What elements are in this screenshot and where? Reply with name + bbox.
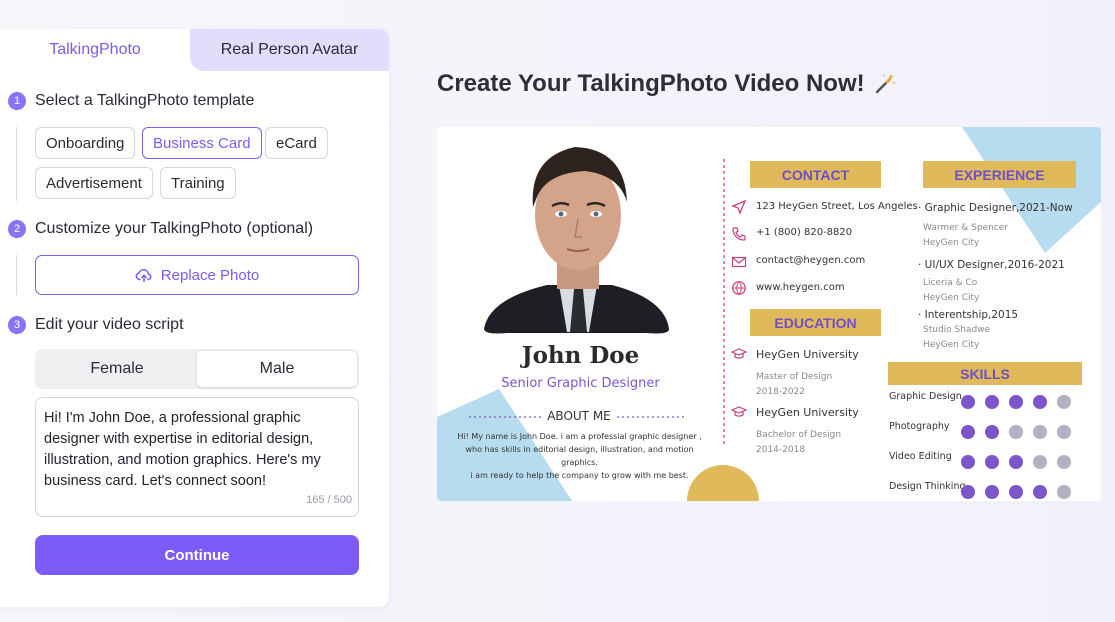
about-line: i am ready to help the company to grow w… [470, 471, 689, 480]
skill-name: Design Thinking [889, 481, 966, 492]
skill-level-dot [985, 455, 999, 469]
script-textarea[interactable]: Hi! I'm John Doe, a professional graphic… [35, 397, 359, 517]
skill-level-dot [1033, 485, 1047, 499]
template-advertisement[interactable]: Advertisement [35, 167, 153, 199]
step-1: 1 Select a TalkingPhoto template [8, 92, 254, 110]
experience-company: Liceria & Co [923, 278, 978, 288]
step-title: Select a TalkingPhoto template [35, 92, 255, 109]
skill-level-dot [1057, 455, 1071, 469]
contact-email: contact@heygen.com [756, 255, 866, 266]
template-onboarding[interactable]: Onboarding [35, 127, 136, 159]
page-title: Create Your TalkingPhoto Video Now! [437, 70, 897, 98]
experience-company: Studio Shadwe [923, 325, 991, 335]
magic-wand-icon [875, 74, 896, 94]
skill-level-dot [1057, 395, 1071, 409]
character-counter: 165 / 500 [306, 494, 352, 506]
skill-level-dot [985, 485, 999, 499]
skill-level-dot [1057, 485, 1071, 499]
step-divider [16, 255, 17, 295]
globe-icon [732, 281, 746, 295]
skill-level-dot [1057, 425, 1071, 439]
education-header: EDUCATION [750, 309, 881, 336]
education-school: HeyGen University [756, 348, 859, 361]
send-icon [731, 199, 747, 215]
step-3: 3 Edit your video script [8, 316, 184, 334]
contact-header: CONTACT [750, 161, 881, 188]
step-number: 3 [8, 316, 26, 334]
card-name: John Doe [521, 342, 640, 369]
about-title: ABOUT ME [547, 409, 611, 423]
step-title: Edit your video script [35, 316, 184, 333]
step-number: 2 [8, 220, 26, 238]
step-number: 1 [8, 92, 26, 110]
skill-level-dot [1033, 425, 1047, 439]
skill-level-dot [1033, 455, 1047, 469]
continue-button[interactable]: Continue [35, 535, 359, 575]
experience-place: HeyGen City [923, 238, 980, 248]
template-training[interactable]: Training [160, 167, 236, 199]
headline-text: Create Your TalkingPhoto Video Now! [437, 70, 865, 97]
tab-real-person-avatar[interactable]: Real Person Avatar [190, 29, 389, 71]
gender-toggle: Female Male [35, 349, 359, 389]
experience-place: HeyGen City [923, 293, 980, 303]
experience-role: · Interentship,2015 [918, 309, 1019, 321]
cloud-upload-icon [135, 269, 152, 283]
experience-header: EXPERIENCE [923, 161, 1076, 188]
skill-level-dot [1009, 455, 1023, 469]
experience-company: Warmer & Spencer [923, 223, 1008, 233]
skill-name: Graphic Design [889, 391, 962, 402]
experience-role: · Graphic Designer,2021-Now [918, 202, 1073, 214]
skill-level-dot [1009, 425, 1023, 439]
about-text: Hi! My name is John Doe. i am a professi… [447, 430, 712, 482]
step-title: Customize your TalkingPhoto (optional) [35, 220, 314, 237]
step-2: 2 Customize your TalkingPhoto (optional) [8, 220, 313, 238]
skill-level-dot [961, 425, 975, 439]
skill-name: Photography [889, 421, 950, 432]
template-panel: TalkingPhoto Real Person Avatar 1 Select… [0, 29, 389, 607]
replace-photo-label: Replace Photo [160, 266, 260, 284]
education-degree: Master of Design [756, 372, 833, 382]
replace-photo-button[interactable]: Replace Photo [35, 255, 359, 295]
tab-talkingphoto[interactable]: TalkingPhoto [0, 29, 190, 71]
experience-place: HeyGen City [923, 340, 980, 350]
gender-male-option[interactable]: Male [197, 351, 357, 387]
skill-level-dot [961, 395, 975, 409]
skill-level-dot [1033, 395, 1047, 409]
education-years: 2014-2018 [756, 445, 806, 455]
graduation-cap-icon [731, 406, 747, 417]
skill-level-dot [961, 455, 975, 469]
skill-level-dot [1009, 485, 1023, 499]
mode-tabs: TalkingPhoto Real Person Avatar [0, 29, 389, 71]
skills-header: SKILLS [888, 362, 1082, 385]
contact-website: www.heygen.com [756, 282, 845, 293]
about-line: Hi! My name is John Doe. i am a professi… [457, 432, 702, 441]
mail-icon [731, 256, 747, 268]
skill-level-dot [985, 425, 999, 439]
education-years: 2018-2022 [756, 387, 806, 397]
business-card-preview: John Doe Senior Graphic Designer ABOUT M… [437, 127, 1101, 501]
card-role: Senior Graphic Designer [501, 376, 660, 391]
script-text: Hi! I'm John Doe, a professional graphic… [44, 410, 321, 489]
graduation-cap-icon [731, 348, 747, 359]
about-line: who has skills in editorial design, illu… [465, 445, 694, 467]
skill-name: Video Editing [889, 451, 952, 462]
portrait-avatar [484, 147, 669, 334]
step-divider [16, 127, 17, 201]
gender-female-option[interactable]: Female [37, 351, 197, 387]
skill-level-dot [1009, 395, 1023, 409]
education-degree: Bachelor of Design [756, 430, 842, 440]
skill-level-dot [985, 395, 999, 409]
experience-role: · UI/UX Designer,2016-2021 [918, 259, 1065, 271]
phone-icon [732, 227, 746, 241]
contact-phone: +1 (800) 820-8820 [756, 227, 853, 238]
template-business-card[interactable]: Business Card [142, 127, 262, 159]
education-school: HeyGen University [756, 406, 859, 419]
contact-address: 123 HeyGen Street, Los Angeles [756, 201, 918, 212]
template-ecard[interactable]: eCard [265, 127, 328, 159]
skill-level-dot [961, 485, 975, 499]
